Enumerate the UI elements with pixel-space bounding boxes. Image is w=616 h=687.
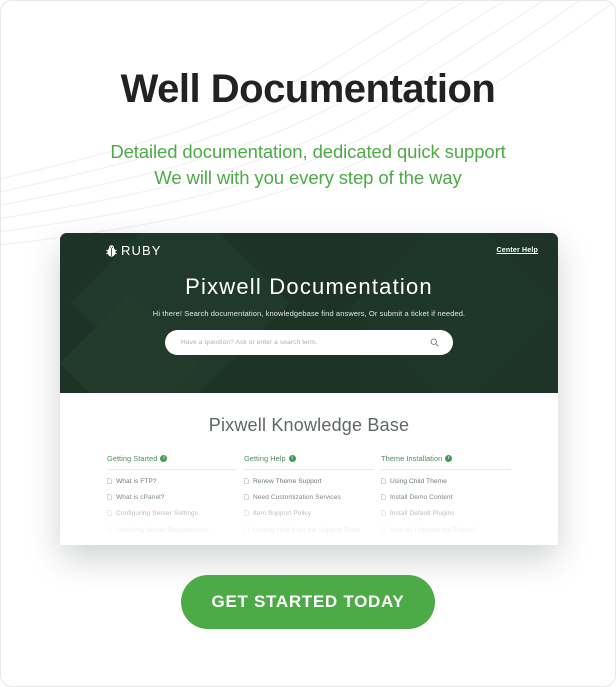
list-item[interactable]: What is FTP? — [107, 477, 237, 488]
kb-column-title: Theme Installation — [381, 454, 443, 463]
list-item[interactable]: Renew Theme Support — [244, 477, 374, 488]
search-icon[interactable] — [430, 338, 439, 347]
hero-text-block: Well Documentation Detailed documentatio… — [1, 1, 615, 192]
list-item-label: Checking Server Requirements — [116, 526, 210, 534]
ruby-bug-logo-icon — [105, 244, 118, 257]
document-icon — [244, 493, 249, 504]
list-item[interactable]: Need Customization Services — [244, 493, 374, 504]
page-title: Well Documentation — [120, 67, 496, 111]
promo-page: Well Documentation Detailed documentatio… — [0, 0, 616, 687]
center-help-link[interactable]: Center Help — [497, 247, 539, 254]
document-icon — [381, 509, 386, 520]
hero-subtitle-line-1: Detailed documentation, dedicated quick … — [110, 141, 506, 162]
list-item-label: Using Child Theme — [390, 478, 447, 485]
hero-subtitle: Detailed documentation, dedicated quick … — [1, 139, 615, 192]
list-item[interactable]: How do I Update the Theme? — [381, 526, 511, 537]
document-icon — [381, 526, 386, 537]
list-item[interactable]: Using Child Theme — [381, 477, 511, 488]
kb-article-list: Renew Theme Support Need Customization S… — [244, 477, 374, 537]
list-item[interactable]: Getting Help from the Support Team — [244, 526, 374, 537]
kb-column-title: Getting Help — [244, 454, 286, 463]
kb-column-getting-help: Getting Help ! Renew Theme Support Need … — [244, 454, 374, 542]
hero-subtitle-line-2: We will with you every step of the way — [154, 167, 462, 189]
list-item-label: Configuring Server Settings — [116, 510, 198, 518]
list-item[interactable]: What is cPanel? — [107, 493, 237, 504]
kb-column-header: Getting Help ! — [244, 454, 374, 470]
document-icon — [381, 477, 386, 488]
document-icon — [107, 526, 112, 537]
kb-column-theme-installation: Theme Installation ! Using Child Theme I… — [381, 454, 511, 542]
kb-info-badge-icon: ! — [160, 455, 168, 462]
kb-article-list: Using Child Theme Install Demo Content I… — [381, 477, 511, 537]
document-icon — [381, 493, 386, 504]
list-item-label: Install Demo Content — [390, 494, 453, 502]
mockup-topbar: RUBY Center Help — [60, 233, 558, 258]
list-item[interactable]: Install Demo Content — [381, 493, 511, 504]
kb-article-list: What is FTP? What is cPanel? Configuring… — [107, 477, 237, 537]
mockup-hero-lead: Hi there! Search documentation, knowledg… — [152, 309, 466, 318]
knowledge-base-title: Pixwell Knowledge Base — [208, 415, 410, 435]
list-item[interactable]: Install Default Plugins — [381, 509, 511, 520]
mockup-hero-title: Pixwell Documentation — [185, 274, 433, 299]
list-item-label: Item Support Policy — [253, 510, 312, 518]
search-bar[interactable] — [165, 330, 453, 355]
knowledge-base-section: Pixwell Knowledge Base Getting Started !… — [60, 393, 558, 545]
list-item[interactable]: Item Support Policy — [244, 509, 374, 520]
document-icon — [244, 477, 249, 488]
get-started-button[interactable]: GET STARTED TODAY — [181, 575, 435, 629]
list-item-label: Renew Theme Support — [253, 478, 322, 485]
kb-column-header: Theme Installation ! — [381, 454, 511, 470]
kb-column-header: Getting Started ! — [107, 454, 237, 470]
cta-section: GET STARTED TODAY — [1, 575, 615, 629]
list-item-label: Getting Help from the Support Team — [253, 526, 361, 534]
list-item-label: How do I Update the Theme? — [390, 526, 478, 534]
brand-logo[interactable]: RUBY — [105, 243, 162, 258]
list-item-label: Need Customization Services — [253, 494, 341, 502]
list-item-label: Install Default Plugins — [390, 510, 455, 518]
list-item-label: What is cPanel? — [116, 494, 165, 502]
search-input[interactable] — [179, 338, 430, 347]
kb-info-badge-icon: ! — [288, 455, 296, 462]
document-icon — [107, 493, 112, 504]
mockup-hero: RUBY Center Help Pixwell Documentation H… — [60, 233, 558, 393]
kb-column-getting-started: Getting Started ! What is FTP? What is c… — [107, 454, 237, 542]
list-item[interactable]: Configuring Server Settings — [107, 509, 237, 520]
list-item-label: What is FTP? — [116, 478, 157, 485]
kb-column-title: Getting Started — [107, 454, 158, 463]
document-icon — [107, 477, 112, 488]
brand-name: RUBY — [121, 243, 162, 258]
mockup-hero-body: Pixwell Documentation Hi there! Search d… — [60, 258, 558, 355]
document-icon — [244, 526, 249, 537]
list-item[interactable]: Checking Server Requirements — [107, 526, 237, 537]
documentation-site-mockup: RUBY Center Help Pixwell Documentation H… — [60, 233, 558, 545]
knowledge-base-columns: Getting Started ! What is FTP? What is c… — [60, 454, 558, 542]
kb-info-badge-icon: ! — [445, 455, 453, 462]
document-icon — [244, 509, 249, 520]
document-icon — [107, 509, 112, 520]
